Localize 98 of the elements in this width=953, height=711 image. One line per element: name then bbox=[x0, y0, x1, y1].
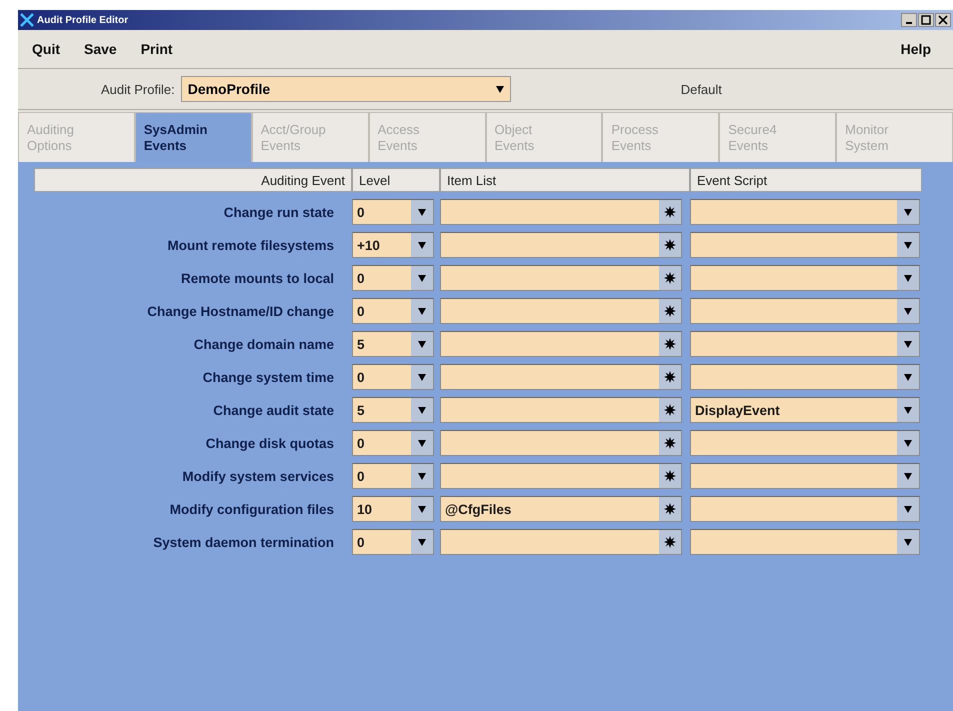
starburst-icon bbox=[664, 503, 676, 515]
item-list-field[interactable]: @CfgFiles bbox=[440, 496, 682, 522]
column-header: Auditing Event bbox=[34, 168, 352, 192]
dropdown-arrow-icon bbox=[904, 538, 912, 546]
level-dropdown[interactable]: 0 bbox=[352, 265, 434, 291]
column-header: Item List bbox=[440, 168, 690, 192]
starburst-icon bbox=[664, 206, 676, 218]
event-label: Mount remote filesystems bbox=[166, 238, 335, 252]
starburst-icon bbox=[664, 272, 676, 284]
dropdown-arrow-icon bbox=[904, 406, 912, 414]
starburst-icon bbox=[664, 470, 676, 482]
dropdown-arrow-icon bbox=[418, 440, 426, 446]
dropdown-arrow-icon bbox=[418, 242, 426, 248]
event-script-dropdown[interactable] bbox=[690, 298, 920, 324]
dropdown-arrow-icon bbox=[418, 472, 426, 480]
dropdown-arrow-icon bbox=[904, 242, 912, 248]
event-label: Change Hostname/ID change bbox=[146, 304, 335, 318]
dropdown-arrow-icon bbox=[904, 374, 912, 380]
event-script-dropdown[interactable] bbox=[690, 331, 920, 357]
item-list-field[interactable] bbox=[440, 199, 682, 225]
starburst-icon bbox=[664, 305, 676, 317]
dropdown-arrow-icon bbox=[418, 538, 426, 546]
level-dropdown[interactable]: 0 bbox=[352, 364, 434, 390]
menu-item[interactable]: Print bbox=[130, 41, 183, 57]
event-label: Modify configuration files bbox=[168, 502, 335, 516]
item-list-field[interactable] bbox=[440, 529, 682, 555]
level-dropdown[interactable]: 0 bbox=[352, 199, 434, 225]
window-title: Audit Profile Editor bbox=[37, 14, 128, 26]
event-label: Change system time bbox=[202, 370, 335, 384]
level-dropdown[interactable]: 0 bbox=[352, 430, 434, 456]
dropdown-arrow-icon bbox=[904, 274, 912, 282]
dropdown-arrow-icon bbox=[904, 472, 912, 480]
dropdown-arrow-icon bbox=[904, 340, 912, 348]
starburst-icon bbox=[664, 437, 676, 449]
event-script-dropdown[interactable]: DisplayEvent bbox=[690, 397, 920, 423]
item-list-field[interactable] bbox=[440, 463, 682, 489]
event-script-dropdown[interactable] bbox=[690, 265, 920, 291]
starburst-icon bbox=[664, 338, 676, 350]
item-list-field[interactable] bbox=[440, 232, 682, 258]
event-script-dropdown[interactable] bbox=[690, 496, 920, 522]
event-label: Modify system services bbox=[181, 468, 335, 484]
event-label: Change disk quotas bbox=[204, 436, 335, 450]
maximize-button[interactable] bbox=[918, 13, 934, 27]
event-label: Change audit state bbox=[212, 402, 335, 418]
dropdown-arrow-icon bbox=[418, 308, 426, 314]
menu-item[interactable]: Quit bbox=[22, 41, 70, 57]
profile-label: Audit Profile: bbox=[101, 82, 175, 96]
dropdown-arrow-icon bbox=[496, 86, 504, 92]
event-script-dropdown[interactable] bbox=[690, 232, 920, 258]
event-label: Change domain name bbox=[192, 336, 335, 352]
dropdown-arrow-icon bbox=[418, 208, 426, 216]
starburst-icon bbox=[664, 536, 676, 548]
dropdown-arrow-icon bbox=[904, 308, 912, 314]
x-logo-icon bbox=[20, 13, 34, 27]
default-label: Default bbox=[680, 82, 722, 96]
minimize-icon bbox=[906, 22, 912, 24]
dropdown-arrow-icon bbox=[418, 506, 426, 512]
starburst-icon bbox=[664, 371, 676, 383]
column-header: Level bbox=[352, 168, 440, 192]
event-script-dropdown[interactable] bbox=[690, 199, 920, 225]
level-dropdown[interactable]: 5 bbox=[352, 331, 434, 357]
event-script-dropdown[interactable] bbox=[690, 529, 920, 555]
minimize-button[interactable] bbox=[901, 13, 917, 27]
event-label: System daemon termination bbox=[152, 534, 335, 550]
item-list-field[interactable] bbox=[440, 298, 682, 324]
level-dropdown[interactable]: 0 bbox=[352, 298, 434, 324]
item-list-field[interactable] bbox=[440, 265, 682, 291]
help-menu[interactable]: Help bbox=[890, 41, 941, 57]
event-label: Change run state bbox=[222, 204, 335, 220]
dropdown-arrow-icon bbox=[904, 506, 912, 512]
maximize-icon bbox=[921, 15, 931, 25]
dropdown-arrow-icon bbox=[418, 274, 426, 282]
dropdown-arrow-icon bbox=[418, 374, 426, 380]
level-dropdown[interactable]: 0 bbox=[352, 529, 434, 555]
event-script-dropdown[interactable] bbox=[690, 463, 920, 489]
starburst-icon bbox=[664, 239, 676, 251]
level-dropdown[interactable]: +10 bbox=[352, 232, 434, 258]
profile-dropdown[interactable]: DemoProfile bbox=[180, 76, 511, 102]
dropdown-arrow-icon bbox=[418, 406, 426, 414]
dropdown-arrow-icon bbox=[904, 208, 912, 216]
item-list-field[interactable] bbox=[440, 331, 682, 357]
item-list-field[interactable] bbox=[440, 430, 682, 456]
event-label: Remote mounts to local bbox=[180, 270, 335, 286]
tab[interactable]: SysAdmin Events bbox=[134, 112, 252, 162]
level-dropdown[interactable]: 5 bbox=[352, 397, 434, 423]
close-button[interactable] bbox=[935, 13, 951, 27]
dropdown-arrow-icon bbox=[418, 340, 426, 348]
starburst-icon bbox=[664, 404, 676, 416]
close-icon bbox=[938, 15, 948, 25]
dropdown-arrow-icon bbox=[904, 440, 912, 446]
event-script-dropdown[interactable] bbox=[690, 364, 920, 390]
menu-item[interactable]: Save bbox=[74, 41, 127, 57]
item-list-field[interactable] bbox=[440, 364, 682, 390]
item-list-field[interactable] bbox=[440, 397, 682, 423]
level-dropdown[interactable]: 0 bbox=[352, 463, 434, 489]
event-script-dropdown[interactable] bbox=[690, 430, 920, 456]
column-header: Event Script bbox=[690, 168, 922, 192]
level-dropdown[interactable]: 10 bbox=[352, 496, 434, 522]
